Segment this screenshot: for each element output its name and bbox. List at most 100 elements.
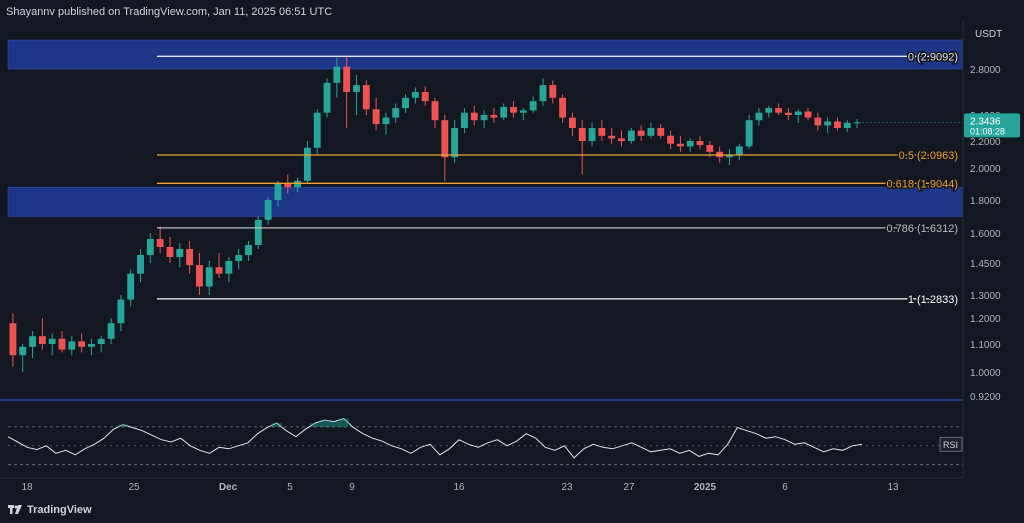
demand-zone[interactable] xyxy=(7,186,964,217)
candle xyxy=(519,108,527,121)
candle-body xyxy=(48,338,56,344)
candle-body xyxy=(696,141,704,146)
candle xyxy=(578,120,586,175)
candle xyxy=(195,253,203,295)
candle xyxy=(549,80,557,104)
candle-body xyxy=(588,128,596,141)
candle xyxy=(176,243,184,268)
candle xyxy=(824,117,832,134)
candle xyxy=(843,120,851,132)
time-tick-label: 18 xyxy=(21,482,33,493)
candle xyxy=(313,109,321,155)
candle-body xyxy=(598,128,606,136)
candle-body xyxy=(29,336,36,347)
rsi-line xyxy=(7,418,863,459)
candle-body xyxy=(195,265,203,287)
candle-body xyxy=(333,66,341,83)
candle-body xyxy=(784,112,792,115)
candle-body xyxy=(441,120,449,158)
candle-body xyxy=(146,239,154,255)
candle xyxy=(451,120,459,163)
candle xyxy=(186,241,194,274)
candle xyxy=(264,196,272,225)
candle-body xyxy=(608,135,616,139)
candle-body xyxy=(137,255,144,274)
candle xyxy=(402,94,409,113)
candle-body xyxy=(225,261,233,274)
candle-body xyxy=(303,147,311,181)
candle xyxy=(362,80,370,115)
tradingview-icon xyxy=(8,505,22,514)
candle-body xyxy=(559,97,567,118)
price-tick-label: 1.2000 xyxy=(970,314,1001,325)
candle-body xyxy=(431,101,439,121)
candle xyxy=(637,125,645,141)
candle xyxy=(78,333,86,353)
price-tick-label: 2.2000 xyxy=(970,137,1001,148)
candle xyxy=(156,226,164,253)
tradingview-logo[interactable]: TradingView xyxy=(8,503,92,517)
candle xyxy=(107,318,115,344)
candle xyxy=(470,105,478,126)
candle-body xyxy=(618,138,625,141)
chart-svg[interactable]: 0 (2.9092) 0.5 (2.0963) 0.618 (1.9044) 0.78… xyxy=(0,0,1024,523)
rsi-overbought-fill xyxy=(329,421,340,427)
candle xyxy=(794,109,802,123)
candle xyxy=(461,108,468,134)
supply-zone[interactable] xyxy=(7,39,964,70)
chart-canvas[interactable]: 0 (2.9092) 0.5 (2.0963) 0.618 (1.9044) 0.78… xyxy=(0,0,1024,523)
candle xyxy=(510,101,517,118)
candle xyxy=(598,120,606,141)
candle-body xyxy=(686,141,694,147)
candle-body xyxy=(637,130,645,136)
candle xyxy=(215,253,223,278)
candle-body xyxy=(775,108,782,113)
candle xyxy=(784,108,792,121)
candle-body xyxy=(274,184,282,200)
candle-body xyxy=(500,106,508,118)
time-tick-label: 6 xyxy=(782,482,788,493)
candle xyxy=(392,103,400,123)
candle-body xyxy=(411,92,419,98)
currency-label: USDT xyxy=(975,29,1002,40)
candle-body xyxy=(490,115,498,118)
candle-body xyxy=(627,130,635,141)
candle-body xyxy=(657,128,665,136)
candle-body xyxy=(166,247,174,257)
candle-body xyxy=(107,323,115,339)
candle-body xyxy=(372,109,380,125)
candle xyxy=(696,135,704,150)
candle xyxy=(38,318,46,350)
candle-body xyxy=(735,146,743,155)
candle xyxy=(647,122,655,139)
candle xyxy=(235,249,243,270)
candle xyxy=(353,74,360,115)
time-tick-label: 16 xyxy=(453,482,465,493)
candle xyxy=(382,112,390,135)
fib-level-label: 0.786 (1.6312) xyxy=(886,223,958,235)
price-tick-label: 1.4500 xyxy=(970,259,1001,270)
candle-body xyxy=(264,200,272,220)
candle xyxy=(88,338,95,356)
price-tick-label: 2.0000 xyxy=(970,164,1001,175)
fib-levels[interactable]: 0 (2.9092) 0.5 (2.0963) 0.618 (1.9044) 0.78… xyxy=(157,50,960,307)
candle-body xyxy=(529,101,537,111)
candle xyxy=(146,233,154,263)
candle xyxy=(676,135,684,152)
candle-body xyxy=(765,108,773,113)
time-axis[interactable]: 18 25 Dec 5 9 16 23 27 2025 6 13 xyxy=(0,477,963,493)
fib-level-label: 0.618 (1.9044) xyxy=(886,178,958,190)
candle xyxy=(137,249,144,283)
candle xyxy=(29,331,36,358)
time-tick-label: 27 xyxy=(623,482,635,493)
candle xyxy=(539,78,547,106)
candle xyxy=(853,118,861,128)
candle-body xyxy=(461,112,468,128)
candle xyxy=(225,257,233,283)
rsi-overbought-fill xyxy=(271,423,282,427)
candle-body xyxy=(814,117,822,126)
candle-body xyxy=(706,145,714,152)
candle-body xyxy=(127,273,135,300)
candle-body xyxy=(245,245,252,255)
candle xyxy=(97,336,105,353)
